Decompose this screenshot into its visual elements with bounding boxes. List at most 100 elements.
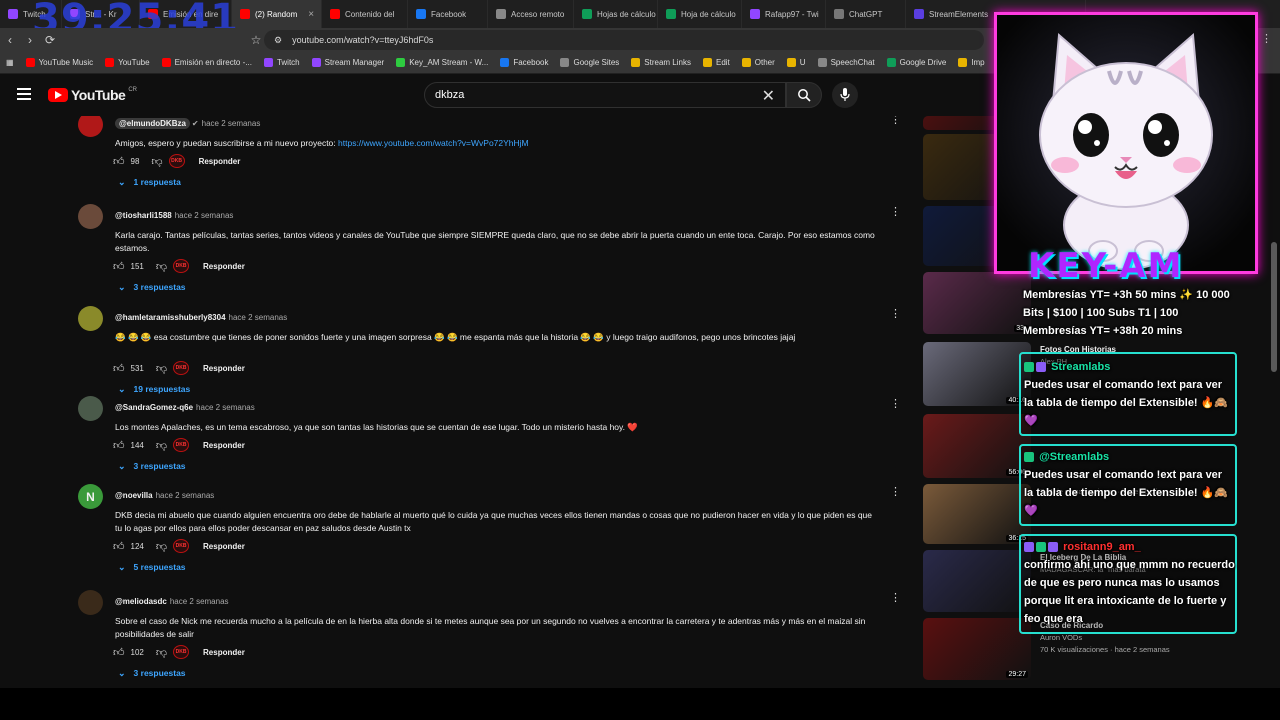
comment-author[interactable]: @noevilla xyxy=(115,491,153,500)
comment-link[interactable]: https://www.youtube.com/watch?v=WvPo72Yh… xyxy=(338,138,529,148)
bookmark-item[interactable]: Twitch xyxy=(258,58,306,67)
bookmark-item[interactable]: Facebook xyxy=(494,58,554,67)
tab-favicon-icon xyxy=(582,9,592,19)
page-scrollbar[interactable] xyxy=(1268,116,1280,688)
browser-tab[interactable]: (2) Random × xyxy=(232,0,322,28)
search-input[interactable]: dkbza ✕ xyxy=(424,82,786,108)
voice-search-button[interactable] xyxy=(832,82,858,108)
dislike-icon[interactable]: 👎︎ xyxy=(156,260,167,273)
comment-menu-icon[interactable]: ⋮ xyxy=(890,205,901,218)
reply-button[interactable]: Responder xyxy=(203,648,245,657)
related-video-thumbnail[interactable]: 56:06 xyxy=(923,414,1031,478)
bookmark-item[interactable]: SpeechChat xyxy=(812,58,881,67)
like-icon[interactable]: 👍︎ xyxy=(113,155,125,168)
chat-text: Puedes usar el comando !ext para ver la … xyxy=(1024,469,1229,517)
view-replies-button[interactable]: ⌄ 19 respuestas xyxy=(118,384,190,395)
bookmark-item[interactable]: Stream Manager xyxy=(306,58,391,67)
bookmark-item[interactable]: Edit xyxy=(697,58,736,67)
like-icon[interactable]: 👍︎ xyxy=(113,260,125,273)
scrollbar-thumb[interactable] xyxy=(1271,242,1277,372)
bookmark-item[interactable]: Google Sites xyxy=(554,58,625,67)
dislike-icon[interactable]: 👎︎ xyxy=(156,439,167,452)
clear-search-icon[interactable]: ✕ xyxy=(762,86,775,106)
browser-tab[interactable]: Facebook xyxy=(408,0,488,28)
view-replies-button[interactable]: ⌄ 3 respuestas xyxy=(118,668,186,679)
related-video-thumbnail[interactable]: 40:16 xyxy=(923,342,1031,406)
browser-tab[interactable]: Acceso remoto xyxy=(488,0,574,28)
bookmark-item[interactable]: Emisión en directo -... xyxy=(156,58,258,67)
comment-menu-icon[interactable]: ⋮ xyxy=(890,591,901,604)
avatar[interactable] xyxy=(78,306,103,331)
related-video-thumbnail[interactable] xyxy=(923,550,1031,612)
related-video-thumbnail[interactable]: 29:27 xyxy=(923,618,1031,680)
like-count: 531 xyxy=(130,363,144,373)
comment-menu-icon[interactable]: ⋮ xyxy=(890,485,901,498)
comment-timestamp[interactable]: hace 2 semanas xyxy=(202,119,261,128)
like-icon[interactable]: 👍︎ xyxy=(113,362,125,375)
avatar[interactable] xyxy=(78,590,103,615)
bookmark-icon xyxy=(631,58,641,67)
like-icon[interactable]: 👍︎ xyxy=(113,439,125,452)
forward-button[interactable]: › xyxy=(20,33,40,47)
site-info-icon[interactable]: ⚙ xyxy=(274,35,282,46)
menu-icon[interactable]: ⋮ xyxy=(1261,32,1272,45)
comment-author[interactable]: @meliodasdc xyxy=(115,597,167,606)
guide-menu-icon[interactable] xyxy=(17,88,31,100)
browser-tab[interactable]: Contenido del xyxy=(322,0,408,28)
bookmark-item[interactable]: U xyxy=(781,58,812,67)
avatar[interactable]: N xyxy=(78,484,103,509)
browser-tab[interactable]: Rafapp97 - Twi xyxy=(742,0,826,28)
view-replies-button[interactable]: ⌄ 1 respuesta xyxy=(118,177,181,188)
like-icon[interactable]: 👍︎ xyxy=(113,540,125,553)
url-field[interactable]: ⚙ youtube.com/watch?v=tteyJ6hdF0s xyxy=(264,30,984,50)
bookmark-item[interactable]: Key_AM Stream - W... xyxy=(390,58,494,67)
like-icon[interactable]: 👍︎ xyxy=(113,646,125,659)
related-video-thumbnail[interactable]: 33: xyxy=(923,272,1031,334)
comment-menu-icon[interactable]: ⋮ xyxy=(890,116,901,126)
bookmark-item[interactable]: YouTube xyxy=(99,58,155,67)
comment-timestamp[interactable]: hace 2 semanas xyxy=(170,597,229,606)
view-replies-button[interactable]: ⌄ 3 respuestas xyxy=(118,282,186,293)
dislike-icon[interactable]: 👎︎ xyxy=(151,155,162,168)
comment-author[interactable]: @SandraGomez-q6e xyxy=(115,403,193,412)
avatar[interactable] xyxy=(78,396,103,421)
comment-author[interactable]: @elmundoDKBza xyxy=(115,118,190,129)
dislike-icon[interactable]: 👎︎ xyxy=(156,540,167,553)
bookmark-item[interactable]: Stream Links xyxy=(625,58,697,67)
reply-button[interactable]: Responder xyxy=(203,542,245,551)
tab-close-icon[interactable]: × xyxy=(308,9,314,20)
browser-tab[interactable]: Hoja de cálculo xyxy=(658,0,742,28)
browser-tab[interactable]: ChatGPT xyxy=(826,0,906,28)
comment-menu-icon[interactable]: ⋮ xyxy=(890,397,901,410)
reload-button[interactable]: ⟳ xyxy=(40,33,60,47)
reply-button[interactable]: Responder xyxy=(203,441,245,450)
view-replies-button[interactable]: ⌄ 3 respuestas xyxy=(118,461,186,472)
bookmark-item[interactable]: Imp xyxy=(952,58,990,67)
comment-timestamp[interactable]: hace 2 semanas xyxy=(175,211,234,220)
view-replies-button[interactable]: ⌄ 5 respuestas xyxy=(118,562,186,573)
search-button[interactable] xyxy=(786,82,822,108)
reply-button[interactable]: Responder xyxy=(203,262,245,271)
dislike-icon[interactable]: 👎︎ xyxy=(156,362,167,375)
comment-author[interactable]: @hamletaramisshuberly8304 xyxy=(115,313,226,322)
browser-tab[interactable]: Hojas de cálculo xyxy=(574,0,658,28)
comment-menu-icon[interactable]: ⋮ xyxy=(890,307,901,320)
comment-timestamp[interactable]: hace 2 semanas xyxy=(229,313,288,322)
youtube-logo[interactable]: YouTube CR xyxy=(48,87,137,103)
bookmark-item[interactable]: Google Drive xyxy=(881,58,953,67)
chat-badge-icon xyxy=(1036,542,1046,553)
bookmark-star-icon[interactable]: ☆ xyxy=(246,33,266,47)
back-button[interactable]: ‹ xyxy=(0,33,20,47)
bookmark-item[interactable]: YouTube Music xyxy=(20,58,100,67)
reply-button[interactable]: Responder xyxy=(199,157,241,166)
related-video-thumbnail[interactable]: 36:15 xyxy=(923,484,1031,544)
avatar[interactable] xyxy=(78,116,103,137)
dislike-icon[interactable]: 👎︎ xyxy=(156,646,167,659)
bookmark-item[interactable]: Other xyxy=(736,58,781,67)
comment-timestamp[interactable]: hace 2 semanas xyxy=(196,403,255,412)
avatar[interactable] xyxy=(78,204,103,229)
comment-timestamp[interactable]: hace 2 semanas xyxy=(156,491,215,500)
reply-button[interactable]: Responder xyxy=(203,364,245,373)
comment-author[interactable]: @tiosharli1588 xyxy=(115,211,172,220)
apps-icon[interactable]: ▦ xyxy=(0,58,20,67)
